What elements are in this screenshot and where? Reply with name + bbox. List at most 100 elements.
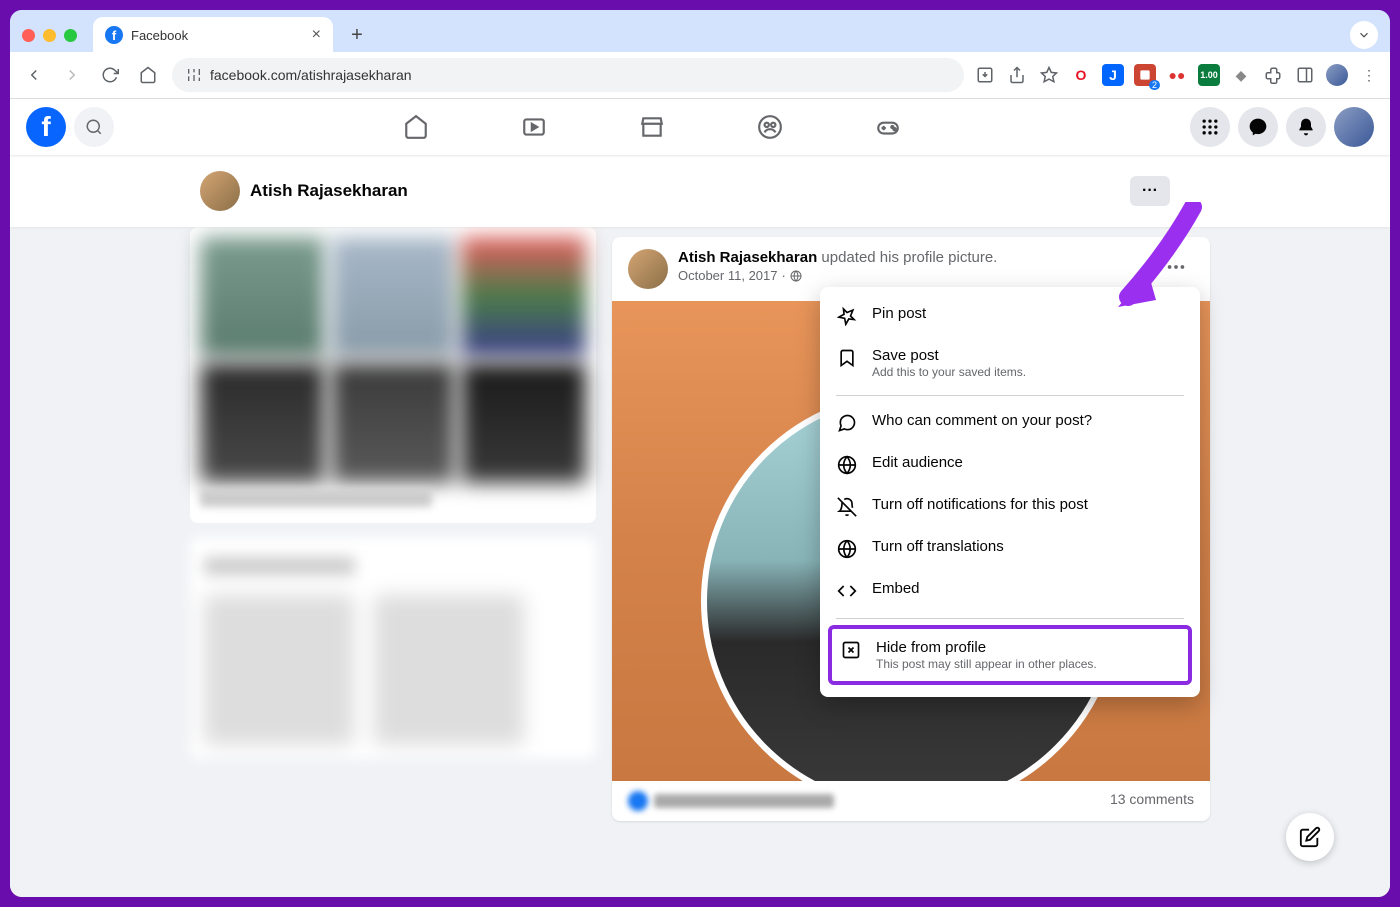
menu-turn-off-notifications[interactable]: Turn off notifications for this post (820, 486, 1200, 528)
fb-search-button[interactable] (74, 107, 114, 147)
extension-blue-icon[interactable]: J (1102, 64, 1124, 86)
extension-red-circle-icon[interactable]: ●● (1166, 64, 1188, 86)
traffic-lights (22, 29, 77, 42)
post-comments-count[interactable]: 13 comments (1110, 791, 1194, 811)
reload-button[interactable] (96, 61, 124, 89)
fb-nav-gaming[interactable] (833, 103, 943, 151)
menu-divider (836, 618, 1184, 619)
fb-nav-marketplace[interactable] (597, 103, 707, 151)
browser-chrome: f Facebook × + facebook.com/atishrajasek… (10, 10, 1390, 99)
post-options-button[interactable] (1158, 249, 1194, 285)
photo-thumbnail[interactable] (461, 363, 586, 483)
browser-menu-icon[interactable]: ⋮ (1358, 64, 1380, 86)
menu-label: Save post (872, 347, 1184, 364)
menu-edit-audience[interactable]: Edit audience (820, 444, 1200, 486)
fb-nav-home[interactable] (361, 103, 471, 151)
window-close-icon[interactable] (22, 29, 35, 42)
tab-close-icon[interactable]: × (312, 26, 321, 44)
fb-notifications-button[interactable] (1286, 107, 1326, 147)
photo-thumbnail[interactable] (331, 363, 456, 483)
photos-caption-blurred (200, 489, 432, 507)
profile-header-name: Atish Rajasekharan (250, 181, 408, 201)
post-options-menu: Pin post Save postAdd this to your saved… (820, 287, 1200, 697)
install-app-icon[interactable] (974, 64, 996, 86)
globe-icon (836, 454, 858, 476)
new-tab-button[interactable]: + (343, 21, 371, 49)
menu-pin-post[interactable]: Pin post (820, 295, 1200, 337)
extension-todoist-icon[interactable]: 2 (1134, 64, 1156, 86)
annotation-highlight-box: Hide from profileThis post may still app… (828, 625, 1192, 685)
bookmark-star-icon[interactable] (1038, 64, 1060, 86)
photo-thumbnail[interactable] (200, 363, 325, 483)
address-bar-row: facebook.com/atishrajasekharan O J 2 ●● … (10, 52, 1390, 99)
profile-avatar-icon[interactable] (1326, 64, 1348, 86)
fb-nav-groups[interactable] (715, 103, 825, 151)
globe-icon[interactable] (790, 270, 802, 282)
menu-divider (836, 395, 1184, 396)
profile-header-more-button[interactable]: ··· (1130, 176, 1170, 206)
post-card: Atish Rajasekharan updated his profile p… (612, 237, 1210, 821)
fb-nav-video[interactable] (479, 103, 589, 151)
menu-save-post[interactable]: Save postAdd this to your saved items. (820, 337, 1200, 389)
browser-tabs: f Facebook × + (93, 17, 1378, 53)
toolbar-icons: O J 2 ●● 1.00 ◆ ⋮ (974, 64, 1380, 86)
home-button[interactable] (134, 61, 162, 89)
menu-label: Turn off translations (872, 538, 1184, 555)
extension-opera-icon[interactable]: O (1070, 64, 1092, 86)
extension-green-badge-icon[interactable]: 1.00 (1198, 64, 1220, 86)
content-columns: Atish Rajasekharan updated his profile p… (10, 227, 1390, 821)
fb-menu-grid-button[interactable] (1190, 107, 1230, 147)
bookmark-icon (836, 347, 858, 369)
menu-who-comment[interactable]: Who can comment on your post? (820, 402, 1200, 444)
bell-off-icon (836, 496, 858, 518)
menu-embed[interactable]: Embed (820, 570, 1200, 612)
menu-subtitle: This post may still appear in other plac… (876, 657, 1180, 671)
profile-header-actions: ··· (1130, 176, 1170, 206)
photos-card (190, 227, 596, 523)
menu-label: Who can comment on your post? (872, 412, 1184, 429)
browser-tab-active[interactable]: f Facebook × (93, 17, 333, 53)
browser-titlebar: f Facebook × + (10, 10, 1390, 52)
browser-window: f Facebook × + facebook.com/atishrajasek… (8, 8, 1392, 899)
tabs-dropdown-button[interactable] (1350, 21, 1378, 49)
post-action-text: updated his profile picture. (821, 249, 997, 266)
menu-label: Hide from profile (876, 639, 1180, 656)
photos-grid (200, 237, 586, 483)
fb-logo-icon[interactable]: f (26, 107, 66, 147)
photo-thumbnail[interactable] (200, 237, 325, 357)
fb-nav (114, 103, 1190, 151)
photo-thumbnail[interactable] (331, 237, 456, 357)
post-date-row: October 11, 2017 · (678, 268, 1148, 283)
site-settings-icon[interactable] (186, 67, 202, 83)
menu-subtitle: Add this to your saved items. (872, 365, 1184, 379)
compose-fab-button[interactable] (1286, 813, 1334, 861)
menu-hide-from-profile[interactable]: Hide from profileThis post may still app… (832, 629, 1188, 681)
back-button[interactable] (20, 61, 48, 89)
post-author-avatar[interactable] (628, 249, 668, 289)
forward-button[interactable] (58, 61, 86, 89)
post-author-name[interactable]: Atish Rajasekharan (678, 249, 817, 266)
url-text: facebook.com/atishrajasekharan (210, 67, 412, 83)
profile-header-avatar[interactable] (200, 171, 240, 211)
side-panel-icon[interactable] (1294, 64, 1316, 86)
share-icon[interactable] (1006, 64, 1028, 86)
fb-account-avatar[interactable] (1334, 107, 1374, 147)
extensions-puzzle-icon[interactable] (1262, 64, 1284, 86)
post-date[interactable]: October 11, 2017 (678, 268, 778, 283)
comment-icon (836, 412, 858, 434)
pin-icon (836, 305, 858, 327)
photo-thumbnail[interactable] (461, 237, 586, 357)
url-bar[interactable]: facebook.com/atishrajasekharan (172, 58, 964, 92)
profile-sticky-header: Atish Rajasekharan ··· (10, 155, 1390, 227)
menu-label: Turn off notifications for this post (872, 496, 1184, 513)
post-reactions-blurred[interactable] (628, 791, 834, 811)
translate-icon (836, 538, 858, 560)
window-maximize-icon[interactable] (64, 29, 77, 42)
extension-grey-icon[interactable]: ◆ (1230, 64, 1252, 86)
menu-turn-off-translations[interactable]: Turn off translations (820, 528, 1200, 570)
facebook-favicon-icon: f (105, 26, 123, 44)
window-minimize-icon[interactable] (43, 29, 56, 42)
fb-right-controls (1190, 107, 1374, 147)
fb-messenger-button[interactable] (1238, 107, 1278, 147)
post-footer: 13 comments (612, 781, 1210, 821)
